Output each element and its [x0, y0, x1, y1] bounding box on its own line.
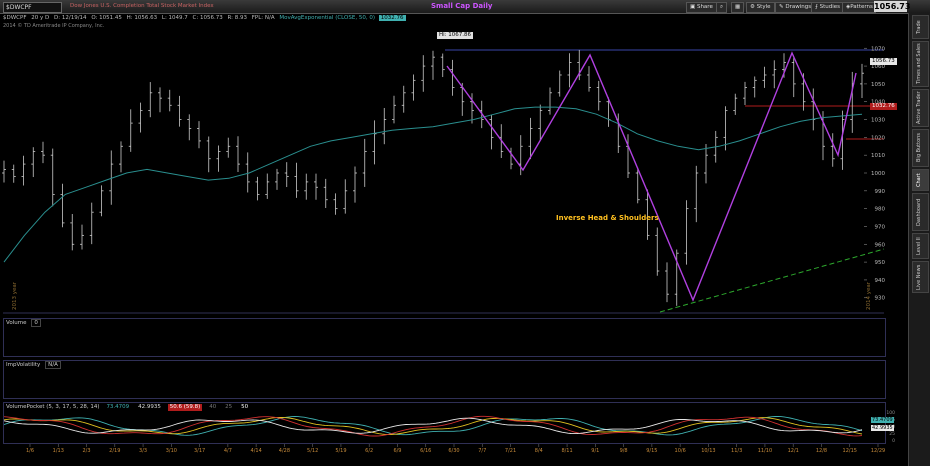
x-axis-label: 1/6 — [26, 448, 34, 454]
vp-axis-label: 25 — [889, 431, 895, 437]
vp-right-label-1: 73.4709 — [871, 417, 894, 423]
y-axis-label: 1050 — [871, 82, 885, 88]
x-axis-label: 5/19 — [335, 448, 346, 454]
vp-value-4: 40 — [209, 404, 217, 410]
x-axis-label: 11/10 — [758, 448, 772, 454]
impvol-pane: ImpVolatility N/A — [3, 360, 886, 399]
x-axis-label: 12/29 — [871, 448, 885, 454]
x-axis-label: 7/21 — [505, 448, 516, 454]
y-axis-label: 1000 — [871, 171, 885, 177]
y-axis-label: 990 — [875, 189, 886, 195]
x-axis-label: 2/19 — [109, 448, 120, 454]
x-axis-label: 8/4 — [535, 448, 543, 454]
vp-axis-label: 0 — [892, 438, 895, 444]
tab-active-trader[interactable]: Active Trader — [912, 89, 929, 127]
high-annotation: Hi: 1067.86 — [437, 32, 474, 39]
volume-label: Volume — [6, 320, 27, 326]
vp-value-3: 50.6 (59.8) — [167, 404, 203, 411]
x-axis-label: 6/30 — [448, 448, 459, 454]
x-axis-label: 6/16 — [420, 448, 431, 454]
y-axis-label: 950 — [875, 260, 886, 266]
ema-line — [3, 106, 863, 263]
y-axis-label: 1010 — [871, 153, 885, 159]
x-axis-label: 12/1 — [788, 448, 799, 454]
y-axis-label: 1020 — [871, 135, 885, 141]
year-marker-2013: 2013 year — [12, 282, 18, 311]
x-axis-label: 1/13 — [53, 448, 64, 454]
volumepocket-pane: VolumePocket (5, 3, 17, 5, 28, 14) 73.47… — [3, 402, 886, 444]
x-axis-label: 12/8 — [816, 448, 827, 454]
x-axis-label: 8/11 — [561, 448, 572, 454]
side-panel: Trade Times and Sales Active Trader Big … — [908, 13, 930, 466]
x-axis-label: 6/9 — [393, 448, 401, 454]
x-axis-label: 4/28 — [279, 448, 290, 454]
y-axis-label: 970 — [875, 224, 886, 230]
x-axis-label: 2/3 — [83, 448, 91, 454]
impvol-label: ImpVolatility — [6, 362, 41, 368]
y-axis-label: 1070 — [871, 46, 885, 52]
y-axis-label: 1030 — [871, 118, 885, 124]
year-marker-2014: 2014 year — [866, 282, 872, 311]
volumepocket-label: VolumePocket (5, 3, 17, 5, 28, 14) — [6, 404, 100, 410]
x-axis-label: 5/12 — [307, 448, 318, 454]
vp-right-label-2: 42.9935 — [871, 425, 894, 431]
x-axis-label: 11/3 — [731, 448, 742, 454]
price-label-current: 1056.73 — [870, 58, 897, 65]
x-axis-label: 6/2 — [365, 448, 373, 454]
pattern-annotation: Inverse Head & Shoulders — [556, 214, 659, 222]
tab-trade[interactable]: Trade — [912, 15, 929, 39]
impvol-value: N/A — [45, 361, 61, 369]
x-axis-label: 3/10 — [166, 448, 177, 454]
x-axis-label: 4/7 — [224, 448, 232, 454]
vp-value-6: 50 — [241, 404, 249, 410]
x-axis-label: 12/15 — [843, 448, 857, 454]
y-axis-label: 940 — [875, 278, 886, 284]
volume-pane: Volume 0 — [3, 318, 886, 357]
tab-level-ii[interactable]: Level II — [912, 233, 929, 259]
vp-value-5: 25 — [225, 404, 233, 410]
head-shoulders-pattern — [446, 51, 857, 302]
tab-live-news[interactable]: Live News — [912, 261, 929, 293]
x-axis-label: 4/14 — [251, 448, 262, 454]
x-axis-label: 9/15 — [646, 448, 657, 454]
x-axis-label: 10/6 — [675, 448, 686, 454]
vp-value-1: 73.4709 — [106, 404, 130, 410]
x-axis-label: 9/1 — [591, 448, 599, 454]
tab-dashboard[interactable]: Dashboard — [912, 193, 929, 231]
x-axis-label: 9/8 — [620, 448, 628, 454]
tab-big-buttons[interactable]: Big Buttons — [912, 129, 929, 167]
y-axis-label: 930 — [875, 296, 886, 302]
x-axis-label: 7/7 — [478, 448, 486, 454]
rising-trendline — [659, 248, 885, 313]
price-label-neckline: 1032.76 — [870, 103, 897, 110]
y-axis-label: 980 — [875, 207, 886, 213]
x-axis-label: 3/17 — [194, 448, 205, 454]
vp-axis-label: 100 — [886, 410, 895, 416]
x-axis-label: 10/13 — [701, 448, 715, 454]
x-axis-label: 3/3 — [139, 448, 147, 454]
tab-times-and-sales[interactable]: Times and Sales — [912, 41, 929, 87]
volume-value: 0 — [31, 319, 41, 327]
vp-value-2: 42.9935 — [138, 404, 161, 410]
y-axis-label: 960 — [875, 242, 886, 248]
tab-chart[interactable]: Chart — [912, 169, 929, 191]
